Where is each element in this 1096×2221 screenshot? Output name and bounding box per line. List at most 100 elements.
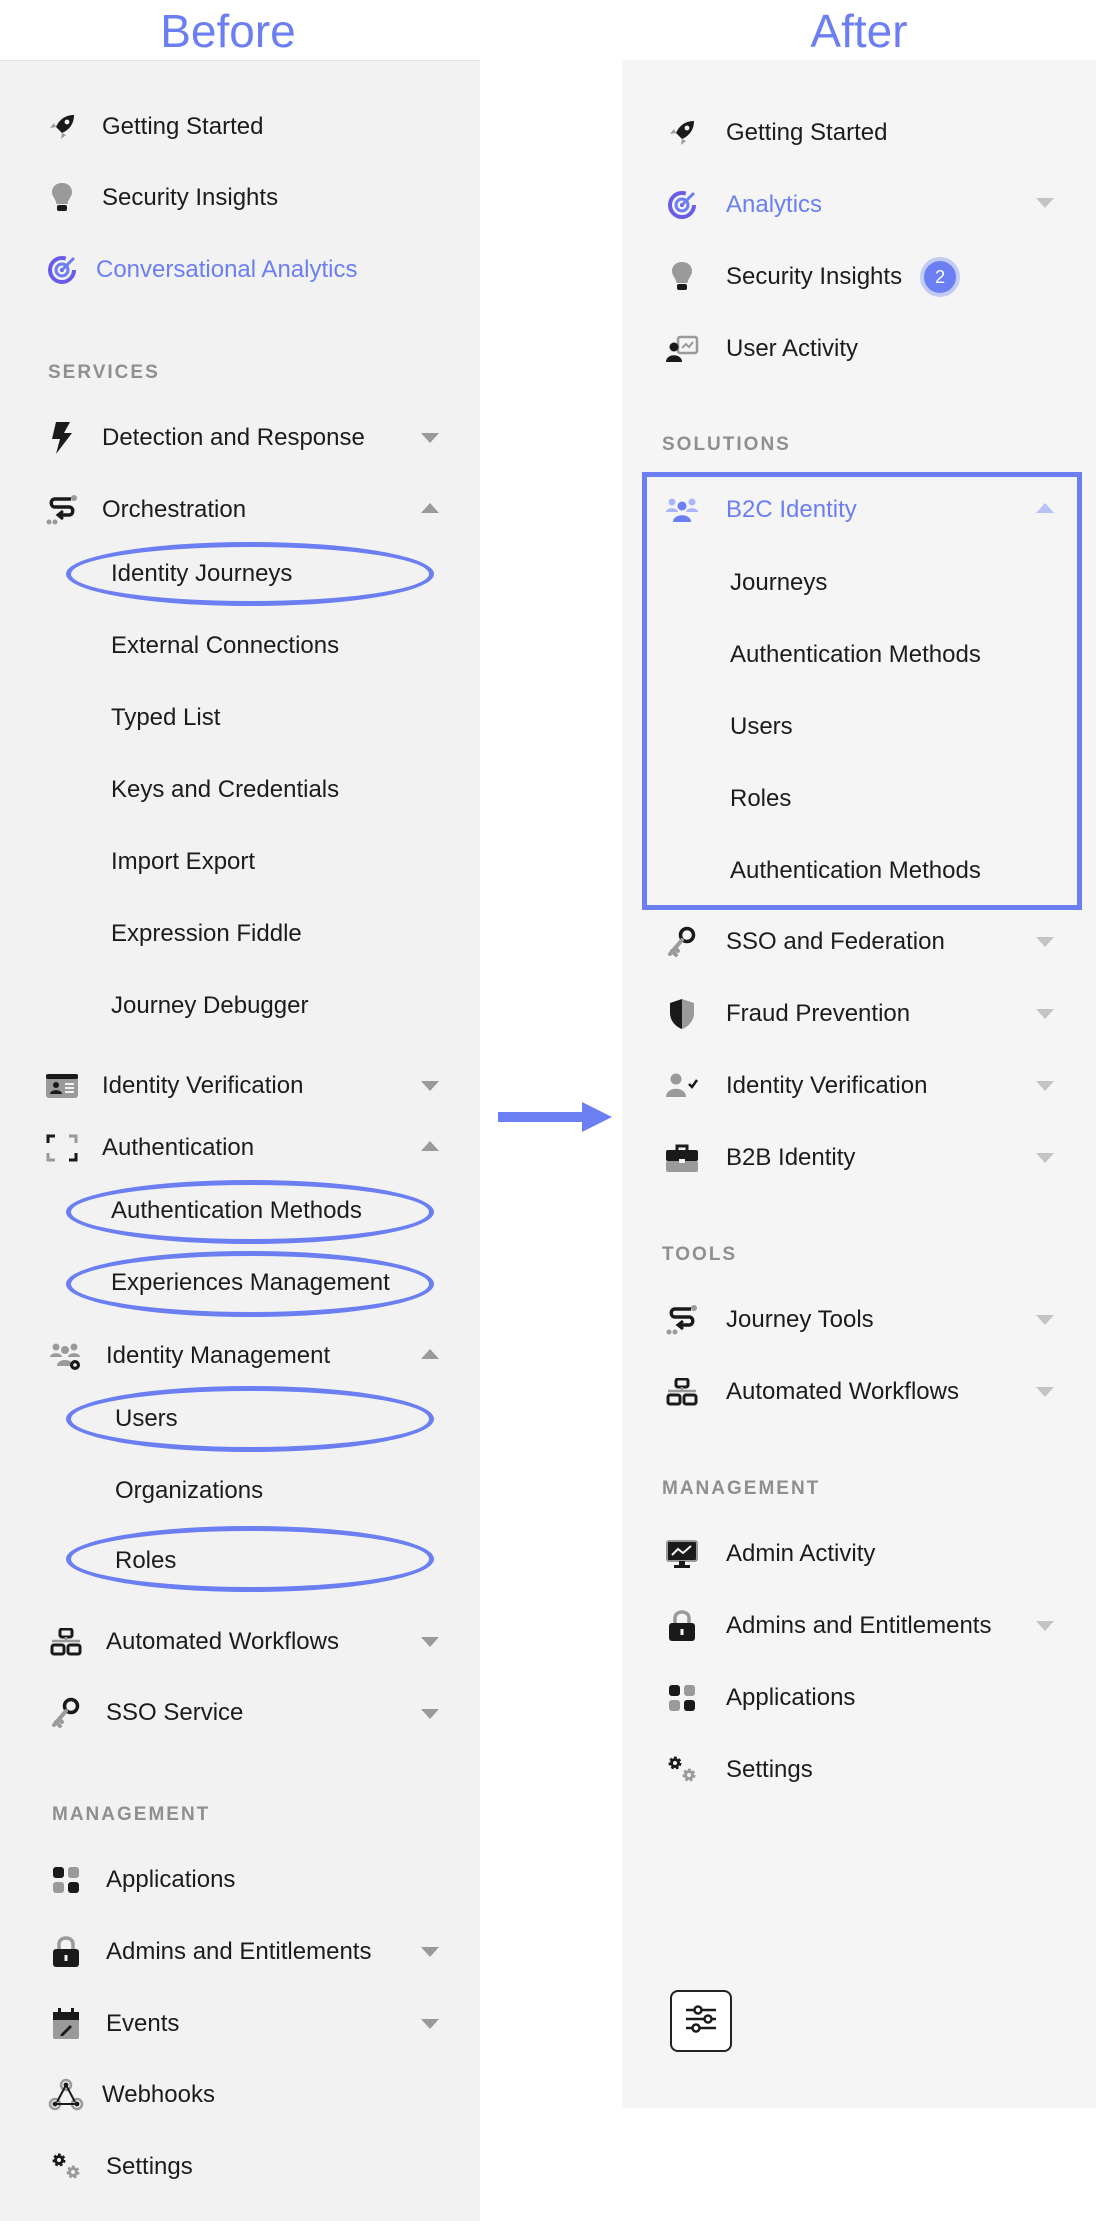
chevron-down-icon[interactable]	[1036, 1009, 1054, 1019]
chevron-down-icon[interactable]	[421, 1081, 439, 1091]
nav-label: Identity Management	[106, 1342, 331, 1369]
before-nav-identity-management[interactable]: Identity Management	[48, 1336, 330, 1376]
nav-label: Events	[106, 2010, 180, 2037]
nav-label: SSO and Federation	[726, 928, 945, 955]
apps-grid-icon	[664, 1680, 700, 1716]
chevron-down-icon[interactable]	[1036, 937, 1054, 947]
before-nav-applications[interactable]: Applications	[48, 1860, 235, 1900]
nav-label: Authentication	[102, 1134, 255, 1161]
rocket-icon	[44, 109, 80, 145]
shield-icon	[664, 996, 700, 1032]
before-nav-admins-entitlements[interactable]: Admins and Entitlements	[48, 1932, 371, 1972]
nav-label: Webhooks	[102, 2081, 215, 2108]
chevron-down-icon[interactable]	[1036, 1387, 1054, 1397]
after-nav-getting-started[interactable]: Getting Started	[664, 113, 887, 153]
nav-label: Journey Tools	[726, 1306, 874, 1333]
nav-label: Security Insights	[726, 263, 903, 290]
orchestration-icon	[44, 492, 80, 528]
after-nav-identity-verification[interactable]: Identity Verification	[664, 1066, 927, 1106]
key-icon	[48, 1695, 84, 1731]
customize-sidebar-button[interactable]	[670, 1990, 732, 2052]
arrow-right-icon	[498, 1102, 612, 1132]
chevron-down-icon[interactable]	[1036, 1315, 1054, 1325]
nav-label: B2B Identity	[726, 1144, 856, 1171]
before-nav-webhooks[interactable]: Webhooks	[48, 2075, 215, 2115]
before-subnav-import-export[interactable]: Import Export	[111, 844, 255, 880]
before-nav-authentication[interactable]: Authentication	[44, 1128, 254, 1168]
lock-icon	[48, 1934, 84, 1970]
annotation-highlight-b2c-identity	[642, 472, 1082, 910]
lock-icon	[664, 1608, 700, 1644]
after-nav-analytics[interactable]: Analytics	[664, 185, 822, 225]
sliders-icon	[683, 2002, 719, 2041]
before-subnav-external-connections[interactable]: External Connections	[111, 628, 339, 664]
chevron-down-icon[interactable]	[1036, 1081, 1054, 1091]
after-nav-fraud-prevention[interactable]: Fraud Prevention	[664, 994, 910, 1034]
rocket-icon	[664, 115, 700, 151]
after-nav-settings[interactable]: Settings	[664, 1750, 813, 1790]
chevron-down-icon[interactable]	[1036, 1153, 1054, 1163]
after-heading: After	[810, 5, 908, 57]
before-subnav-typed-list[interactable]: Typed List	[111, 700, 220, 736]
after-nav-automated-workflows[interactable]: Automated Workflows	[664, 1372, 959, 1412]
before-nav-orchestration[interactable]: Orchestration	[44, 490, 246, 530]
after-nav-admins-entitlements[interactable]: Admins and Entitlements	[664, 1606, 991, 1646]
after-nav-admin-activity[interactable]: Admin Activity	[664, 1534, 875, 1574]
before-nav-automated-workflows[interactable]: Automated Workflows	[48, 1622, 339, 1662]
chevron-down-icon[interactable]	[421, 1947, 439, 1957]
nav-label: SSO Service	[106, 1699, 244, 1726]
nav-label: Admins and Entitlements	[726, 1612, 992, 1639]
before-subnav-journey-debugger[interactable]: Journey Debugger	[111, 988, 308, 1024]
id-card-icon	[44, 1068, 80, 1104]
before-nav-events[interactable]: Events	[48, 2004, 179, 2044]
chevron-up-icon[interactable]	[421, 1141, 439, 1151]
analytics-target-icon	[44, 252, 80, 288]
before-section-management: MANAGEMENT	[52, 1804, 211, 1825]
before-section-services: SERVICES	[48, 362, 160, 383]
before-subnav-expression-fiddle[interactable]: Expression Fiddle	[111, 916, 302, 952]
user-check-icon	[664, 1068, 700, 1104]
after-nav-b2b-identity[interactable]: B2B Identity	[664, 1138, 855, 1178]
before-nav-sso-service[interactable]: SSO Service	[48, 1693, 243, 1733]
chevron-down-icon[interactable]	[1036, 1621, 1054, 1631]
nav-label: Automated Workflows	[726, 1378, 959, 1405]
after-nav-journey-tools[interactable]: Journey Tools	[664, 1300, 874, 1340]
before-subnav-keys-credentials[interactable]: Keys and Credentials	[111, 772, 339, 808]
orchestration-icon	[664, 1302, 700, 1338]
chevron-down-icon[interactable]	[421, 1709, 439, 1719]
nav-label: Fraud Prevention	[726, 1000, 911, 1027]
nav-label: Analytics	[726, 191, 823, 218]
after-nav-security-insights[interactable]: Security Insights 2	[664, 257, 957, 297]
chevron-down-icon[interactable]	[421, 433, 439, 443]
chevron-up-icon[interactable]	[421, 1349, 439, 1359]
before-nav-identity-verification[interactable]: Identity Verification	[44, 1066, 303, 1106]
after-nav-applications[interactable]: Applications	[664, 1678, 855, 1718]
workflow-icon	[48, 1624, 84, 1660]
after-nav-user-activity[interactable]: User Activity	[664, 329, 858, 369]
chevron-up-icon[interactable]	[421, 503, 439, 513]
nav-label: Identity Verification	[102, 1072, 304, 1099]
nav-label: Admin Activity	[726, 1540, 876, 1567]
after-section-solutions: SOLUTIONS	[662, 434, 791, 455]
after-section-management: MANAGEMENT	[662, 1478, 821, 1499]
before-nav-settings[interactable]: Settings	[48, 2147, 193, 2187]
lightning-icon	[44, 420, 80, 456]
annotation-circle-identity-journeys	[66, 542, 434, 606]
nav-label: Orchestration	[102, 496, 247, 523]
before-nav-getting-started[interactable]: Getting Started	[44, 107, 263, 147]
nav-label: Detection and Response	[102, 424, 365, 451]
nav-label: Admins and Entitlements	[106, 1938, 372, 1965]
before-nav-security-insights[interactable]: Security Insights	[44, 178, 278, 218]
nav-label: Settings	[726, 1756, 813, 1783]
nav-label: Applications	[106, 1866, 236, 1893]
before-nav-conversational-analytics[interactable]: Conversational Analytics	[44, 250, 357, 290]
after-nav-sso-federation[interactable]: SSO and Federation	[664, 922, 945, 962]
chevron-down-icon[interactable]	[421, 2019, 439, 2029]
before-heading: Before	[160, 5, 296, 57]
before-nav-detection-response[interactable]: Detection and Response	[44, 418, 365, 458]
chevron-down-icon[interactable]	[421, 1637, 439, 1647]
chevron-down-icon[interactable]	[1036, 198, 1054, 208]
before-subnav-organizations[interactable]: Organizations	[115, 1473, 263, 1509]
scan-frame-icon	[44, 1130, 80, 1166]
gears-icon	[48, 2149, 84, 2185]
